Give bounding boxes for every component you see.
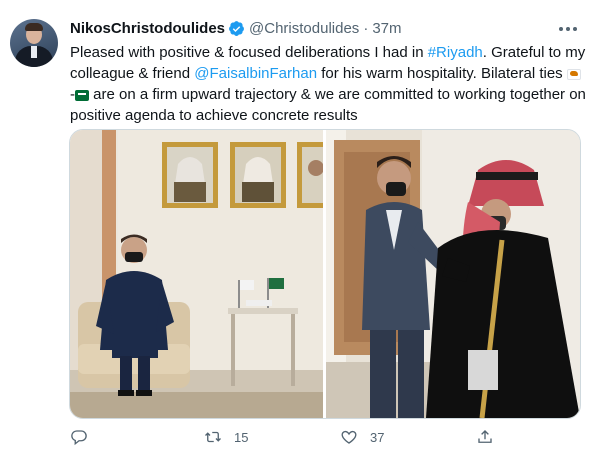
tweet[interactable]: NikosChristodoulides @Christodulides · 3… (0, 0, 603, 457)
like-button[interactable]: 37 (340, 427, 384, 447)
like-icon (341, 430, 357, 444)
elbow-bump-photo[interactable] (326, 130, 580, 418)
avatar-shirt (31, 46, 37, 58)
mention-link[interactable]: @FaisalbinFarhan (194, 65, 317, 82)
author-name[interactable]: NikosChristodoulides (70, 20, 225, 37)
share-button[interactable] (476, 427, 494, 447)
avatar[interactable] (10, 19, 58, 67)
more-icon[interactable] (556, 19, 580, 39)
tweet-text-part: for his warm hospitality. Bilateral ties (317, 65, 567, 82)
tweet-media[interactable] (69, 129, 581, 419)
share-icon (478, 430, 492, 443)
tweet-text: Pleased with positive & focused delibera… (70, 42, 588, 126)
tweet-text-part: are on a firm upward trajectory & we are… (70, 86, 586, 124)
separator-dot: · (363, 19, 369, 37)
timestamp[interactable]: 37m (372, 20, 401, 37)
author-handle[interactable]: @Christodulides (249, 20, 359, 37)
saudi-arabia-flag (75, 90, 89, 101)
meeting-room-photo[interactable] (70, 130, 323, 418)
action-bar: 15 37 (70, 427, 550, 447)
tweet-text-part: Pleased with positive & focused delibera… (70, 44, 428, 61)
retweet-count: 15 (234, 429, 249, 445)
reply-button[interactable] (70, 427, 100, 447)
retweet-icon (205, 431, 221, 443)
like-count: 37 (370, 429, 385, 445)
verified-badge-icon (229, 20, 244, 36)
reply-icon (71, 430, 87, 446)
hashtag-link[interactable]: #Riyadh (428, 44, 483, 61)
avatar-hair (25, 23, 43, 31)
retweet-button[interactable]: 15 (204, 427, 248, 447)
cyprus-flag (566, 69, 581, 80)
tweet-header: NikosChristodoulides @Christodulides · 3… (70, 17, 402, 39)
